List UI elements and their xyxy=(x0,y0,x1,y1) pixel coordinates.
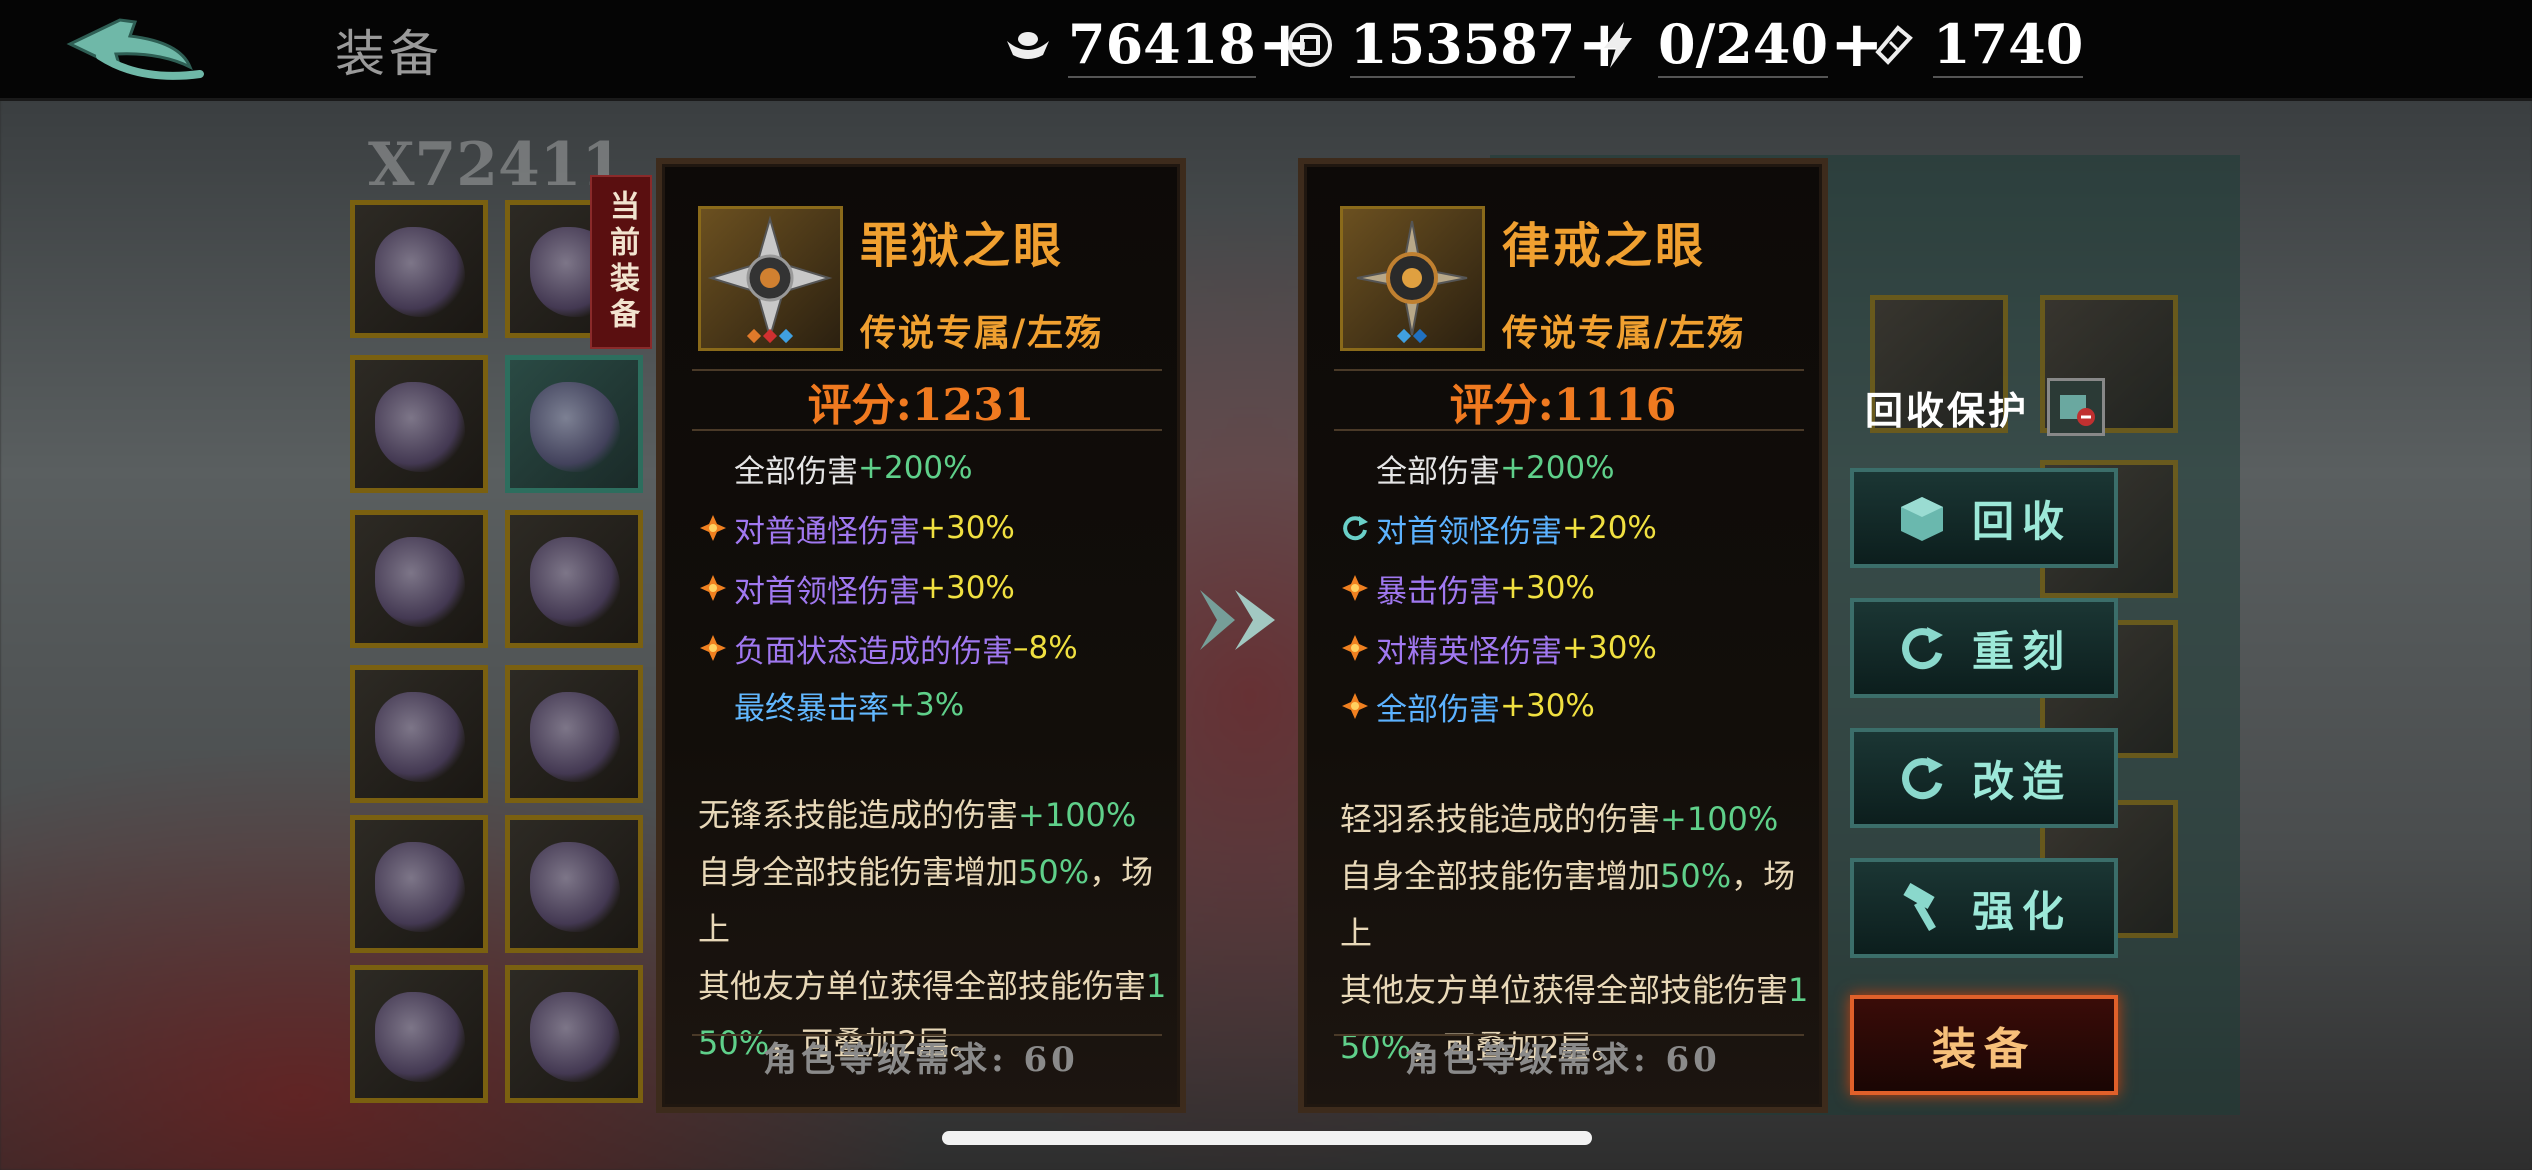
item-score: 评分:1231 xyxy=(807,380,1035,431)
item-name: 罪狱之眼 xyxy=(860,218,1065,274)
item-score: 评分:1116 xyxy=(1449,380,1677,431)
reforge-icon xyxy=(1340,513,1370,543)
resource-ticket: 1740 xyxy=(1865,10,2084,80)
stat-row: 全部伤害 +200% xyxy=(1376,450,1615,490)
shuriken-eye-icon xyxy=(707,215,833,344)
inventory-slot[interactable] xyxy=(505,665,643,803)
compare-item-card: 律戒之眼 传说专属/左殇 评分:1116 全部伤害 +200% 对首领怪伤害 +20… xyxy=(1298,158,1828,1113)
item-icon-frame xyxy=(698,206,843,351)
level-requirement: 角色等级需求: 60 xyxy=(1405,1040,1721,1080)
inventory-count-label: X72411 xyxy=(368,130,624,200)
item-type: 传说专属/左殇 xyxy=(860,312,1104,354)
recycle-button[interactable]: 回收 xyxy=(1850,468,2118,568)
item-type: 传说专属/左殇 xyxy=(1502,312,1746,354)
inventory-slot[interactable] xyxy=(350,815,488,953)
resource-silver: 76418 + xyxy=(1000,10,1312,80)
item-description: 无锋系技能造成的伤害+100% 自身全部技能伤害增加50%，场上 其他友方单位获… xyxy=(698,796,1167,1062)
resource-energy: 0/240 + xyxy=(1590,10,1884,80)
inventory-slot[interactable] xyxy=(350,510,488,648)
back-arrow-icon xyxy=(66,18,204,80)
lightning-icon xyxy=(1590,17,1646,73)
stat-row: 全部伤害 +200% xyxy=(734,450,973,490)
equip-button[interactable]: 装备 xyxy=(1850,995,2118,1095)
top-bar: 装备 76418 + 153587 + 0/240 + 1740 xyxy=(0,0,2532,101)
stat-row: 对精英怪伤害 +30% xyxy=(1340,622,1657,674)
inventory-slot[interactable] xyxy=(350,355,488,493)
inventory-slot[interactable] xyxy=(505,815,643,953)
stat-row: 最终暴击率 +3% xyxy=(734,687,965,727)
inventory-slot[interactable] xyxy=(505,965,643,1103)
orange-star-icon xyxy=(1340,691,1370,721)
enhance-button[interactable]: 强化 xyxy=(1850,858,2118,958)
back-button[interactable] xyxy=(60,12,210,87)
compare-arrow-icon xyxy=(1200,590,1275,650)
orange-star-icon xyxy=(698,513,728,543)
reforge-icon xyxy=(1896,622,1948,674)
orange-star-icon xyxy=(1340,573,1370,603)
compass-eye-icon xyxy=(1356,220,1468,344)
orange-star-icon xyxy=(698,573,728,603)
inventory-slot[interactable] xyxy=(350,665,488,803)
stat-row: 负面状态造成的伤害 –8% xyxy=(698,622,1078,674)
inventory-slot[interactable] xyxy=(505,355,643,493)
page-title: 装备 xyxy=(335,25,443,83)
silver-ingot-icon xyxy=(1000,17,1056,73)
modify-button[interactable]: 改造 xyxy=(1850,728,2118,828)
level-requirement: 角色等级需求: 60 xyxy=(763,1040,1079,1080)
reforge-button[interactable]: 重刻 xyxy=(1850,598,2118,698)
divider xyxy=(692,429,1162,431)
orange-star-icon xyxy=(698,633,728,663)
recycle-protection-label: 回收保护 xyxy=(1865,387,2030,433)
current-item-card: 罪狱之眼 传说专属/左殇 评分:1231 全部伤害 +200% 对普通怪伤害 +30… xyxy=(656,158,1186,1113)
lock-box-icon xyxy=(2060,395,2096,426)
current-equipped-tag: 当前装备 xyxy=(590,175,652,349)
home-indicator[interactable] xyxy=(942,1131,1592,1145)
item-icon-frame xyxy=(1340,206,1485,351)
modify-icon xyxy=(1896,752,1948,804)
stat-row: 对普通怪伤害 +30% xyxy=(698,502,1015,554)
inventory-slot[interactable] xyxy=(350,965,488,1103)
divider xyxy=(1334,429,1804,431)
stat-row: 对首领怪伤害 +30% xyxy=(698,562,1015,614)
ticket-icon xyxy=(1865,17,1921,73)
item-name: 律戒之眼 xyxy=(1502,218,1707,274)
coin-icon xyxy=(1282,17,1338,73)
orange-star-icon xyxy=(1340,633,1370,663)
coin-value: 153587 xyxy=(1350,12,1576,78)
energy-value: 0/240 xyxy=(1658,12,1829,78)
stat-row: 暴击伤害 +30% xyxy=(1340,562,1595,614)
inventory-slot[interactable] xyxy=(350,200,488,338)
resource-coin: 153587 + xyxy=(1282,10,1631,80)
hammer-icon xyxy=(1896,882,1948,934)
stat-row: 对首领怪伤害 +20% xyxy=(1340,502,1657,554)
recycle-protection-toggle[interactable] xyxy=(2047,378,2106,436)
ticket-value: 1740 xyxy=(1933,12,2084,78)
recycle-box-icon xyxy=(1896,492,1948,544)
silver-value: 76418 xyxy=(1068,12,1256,78)
stat-row: 全部伤害 +30% xyxy=(1340,680,1595,732)
recycle-protection: 回收保护 xyxy=(1865,378,2106,436)
inventory-slot[interactable] xyxy=(505,510,643,648)
